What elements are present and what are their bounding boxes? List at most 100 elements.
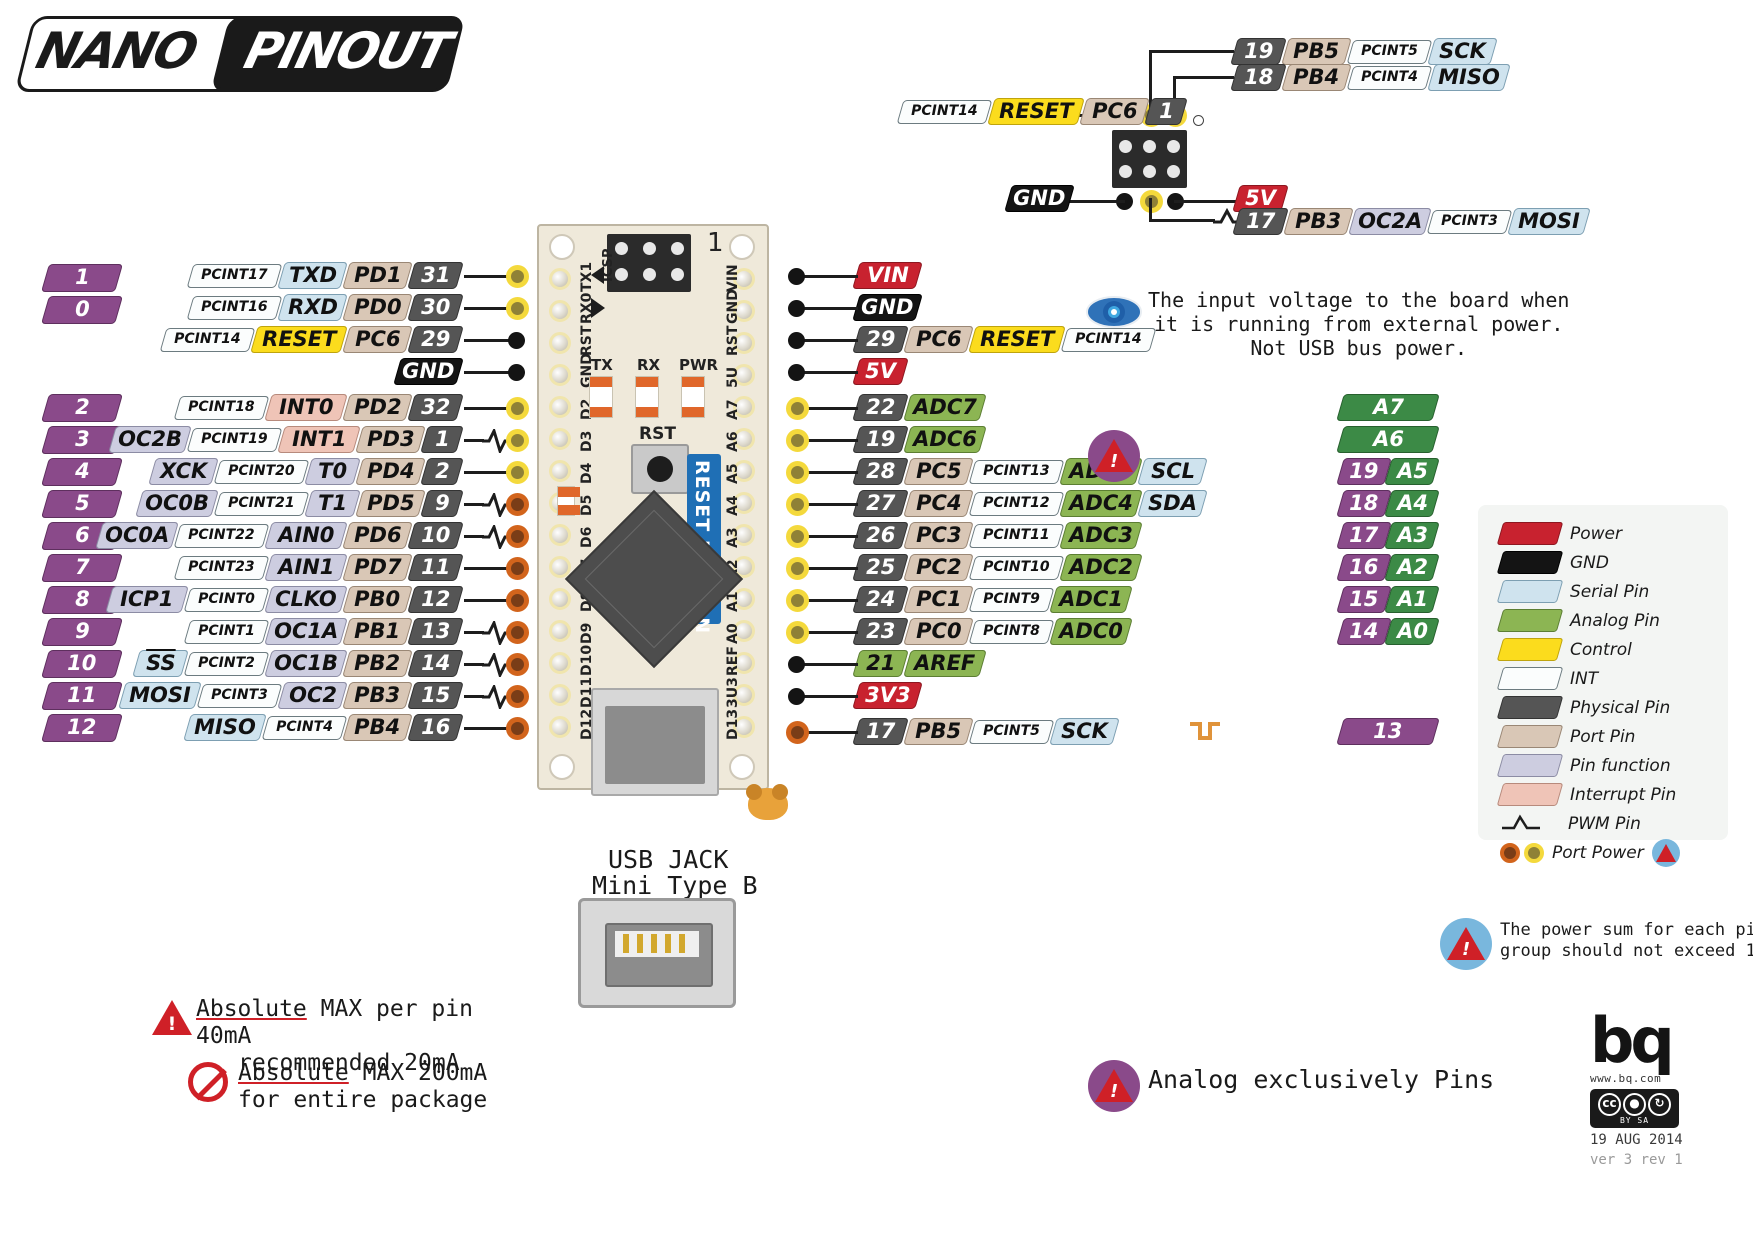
port-power-yellow (786, 461, 809, 484)
legend-label: Power (1570, 523, 1623, 544)
analog-pin-badge-A5: 19 A5 (1336, 458, 1440, 485)
pin-tag-11: 11 (40, 682, 124, 710)
power-sum-warning-icon (1440, 918, 1492, 970)
icsp-miso-row: 18 PB4 PCINT4 MISO (1230, 64, 1511, 91)
pin-tag-txd: TXD (277, 262, 348, 289)
analog-only-warning-icon (1088, 1060, 1140, 1112)
pin-tag-pcint2: PCINT2 (183, 651, 270, 676)
right-pin-lead (796, 307, 858, 310)
board-silk-right: D13 (725, 708, 741, 740)
icsp-pin (1143, 140, 1156, 153)
max-package-note: Absolute MAX 200mA for entire package (238, 1060, 568, 1114)
icsp-lead-sck-h (1149, 50, 1234, 53)
pin-lead-dot (788, 332, 805, 349)
icsp-pin (1119, 140, 1132, 153)
analog-pin-badge-A4: 18 A4 (1336, 490, 1440, 517)
pin-tag-pcint19: PCINT19 (186, 427, 283, 452)
board-pad-left (549, 396, 571, 418)
pin-tag-pb5: PB5 (1281, 38, 1352, 65)
port-power-orange (506, 685, 529, 708)
pin-tag-sda: SDA (1137, 490, 1208, 517)
pin-tag-a6: A6 (1336, 426, 1440, 453)
port-power-yellow (506, 397, 529, 420)
left-pin-lead (464, 695, 484, 698)
creative-commons-badge: cc ● ↻ BY SA (1590, 1089, 1679, 1128)
footer-version: ver 3 rev 1 (1590, 1152, 1683, 1168)
cc-icon: cc (1598, 1093, 1621, 1116)
board-silk-pwr: PWR (679, 356, 719, 374)
right-pin-row: 27 PC4 PCINT12 ADC4 SDA (852, 490, 1208, 517)
port-power-yellow (786, 557, 809, 580)
pin-tag-pb0: PB0 (342, 586, 413, 613)
legend-label: INT (1570, 668, 1599, 689)
board-icsp-pin (643, 268, 656, 281)
pin-tag-5: 5 (40, 490, 124, 518)
pin-tag-9: 9 (420, 490, 464, 517)
pin-tag-pcint5: PCINT5 (1346, 39, 1433, 64)
icsp-gnd-label: GND (1004, 185, 1075, 212)
pin-tag-23: 23 (852, 618, 909, 645)
pin-tag-pb4: PB4 (342, 714, 413, 741)
max-package-rest: MAX 200mA (348, 1060, 488, 1086)
right-pin-row: 23 PC0 PCINT8 ADC0 (852, 618, 1133, 645)
power-sum-note: The power sum for each pin's group shoul… (1500, 920, 1753, 961)
board-silk-left: D4 (579, 462, 595, 484)
legend-item-int: INT (1496, 665, 1599, 691)
pin-tag-pcint13: PCINT13 (968, 459, 1065, 484)
left-pin-row: OC0B PCINT21 T1 PD5 9 (135, 490, 464, 517)
pin-tag-ss: SS (132, 650, 189, 677)
pin-tag-miso: MISO (183, 714, 267, 741)
pin-tag-21: 21 (852, 650, 909, 677)
pin-tag-31: 31 (407, 262, 464, 289)
pin-tag-oc0a: OC0A (95, 522, 179, 549)
icsp-pin1-marker (1193, 115, 1204, 126)
cc-by-icon: ● (1623, 1093, 1646, 1116)
right-pin-row: 21 AREF (852, 650, 987, 677)
max-per-pin-underlined: Absolute (196, 996, 307, 1022)
pin-tag-pc2: PC2 (903, 554, 974, 581)
legend-warning-icon (1651, 839, 1680, 867)
pin-tag-pcint5: PCINT5 (968, 719, 1055, 744)
board-pad-left (549, 428, 571, 450)
pin-tag-16: 16 (407, 714, 464, 741)
footer-date: 19 AUG 2014 (1590, 1132, 1683, 1148)
right-pin-lead (796, 371, 858, 374)
pin-tag-15: 15 (1336, 586, 1392, 613)
pin-tag-7: 7 (40, 554, 124, 582)
left-pin-row: XCK PCINT20 T0 PD4 2 (148, 458, 464, 485)
left-pin-lead (464, 439, 484, 442)
pin-tag-26: 26 (852, 522, 909, 549)
pin-tag-pcint16: PCINT16 (186, 295, 283, 320)
pin-tag-12: 12 (407, 586, 464, 613)
left-pin-row: PCINT18 INT0 PD2 32 (173, 394, 464, 421)
right-pin-lead (796, 275, 858, 278)
left-pin-row: MOSI PCINT3 OC2 PB3 15 (118, 682, 464, 709)
logo-text-nano: NANO (30, 22, 203, 80)
digital-pin-number-12: 12 (40, 714, 124, 742)
legend-label: Analog Pin (1570, 610, 1660, 631)
board-led-rx (635, 376, 659, 418)
pin-tag-pcint17: PCINT17 (186, 263, 283, 288)
reset-button[interactable] (631, 444, 689, 494)
legend-label: Port Power (1552, 843, 1644, 863)
legend-item-port-pin: Port Pin (1496, 723, 1635, 749)
pin-tag-pd5: PD5 (355, 490, 426, 517)
pin-tag-pd4: PD4 (355, 458, 426, 485)
pin-tag-pcint0: PCINT0 (183, 587, 270, 612)
pin-tag-a5: A5 (1384, 458, 1440, 485)
right-pin-row: VIN (852, 262, 923, 289)
legend-label: Interrupt Pin (1570, 784, 1677, 805)
pin-lead-dot (788, 364, 805, 381)
pin-tag-17: 17 (1232, 208, 1289, 235)
pin-tag-pcint10: PCINT10 (968, 555, 1065, 580)
pin-tag-a0: A0 (1384, 618, 1440, 645)
usb-pin (665, 934, 671, 953)
digital-pin-number-5: 5 (40, 490, 124, 518)
analog-pin-badge-A6: A6 (1336, 426, 1440, 453)
port-power-yellow (786, 397, 809, 420)
left-pin-lead (464, 631, 484, 634)
usb-pin (651, 934, 657, 953)
pin-tag-pd7: PD7 (342, 554, 413, 581)
analog-only-note: Analog exclusively Pins (1148, 1065, 1495, 1094)
port-power-orange (506, 557, 529, 580)
